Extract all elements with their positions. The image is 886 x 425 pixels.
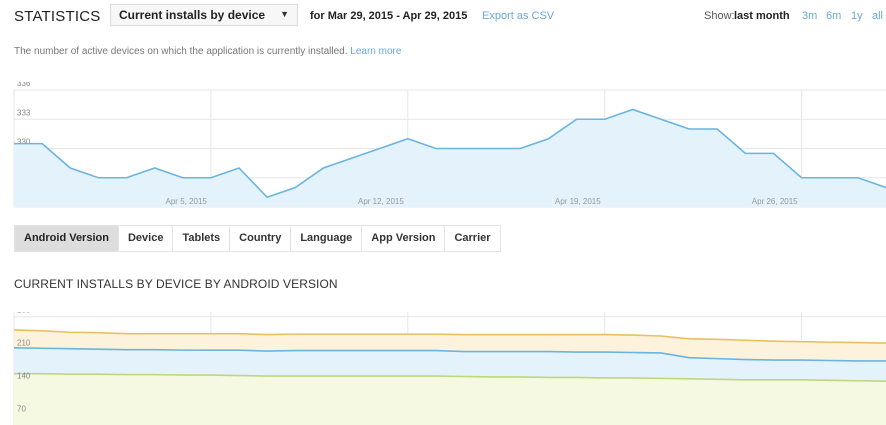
description-text: The number of active devices on which th…: [14, 46, 348, 57]
y-tick-label: 280: [17, 312, 31, 315]
android-version-stacked-chart: 280 210 140 70: [13, 312, 886, 425]
installs-area: [14, 109, 886, 207]
x-tick-label: Apr 5, 2015: [166, 197, 208, 206]
breakdown-tabs: Android Version Device Tablets Country L…: [14, 225, 501, 252]
y-tick-label: 333: [17, 108, 31, 117]
tab-carrier[interactable]: Carrier: [445, 226, 499, 251]
chart-description: The number of active devices on which th…: [14, 46, 401, 57]
page-title: STATISTICS: [14, 8, 101, 25]
installs-line-chart: 336333330327324Apr 5, 2015Apr 12, 2015Ap…: [13, 82, 886, 208]
range-3m[interactable]: 3m: [802, 10, 817, 22]
y-tick-label: 210: [17, 339, 31, 348]
tab-country[interactable]: Country: [230, 226, 292, 251]
metric-select[interactable]: Current installs by device ▼: [110, 4, 298, 26]
tab-android-version[interactable]: Android Version: [15, 226, 119, 251]
tab-device[interactable]: Device: [119, 226, 174, 251]
range-6m[interactable]: 6m: [826, 10, 841, 22]
learn-more-link[interactable]: Learn more: [350, 46, 401, 57]
tab-language[interactable]: Language: [291, 226, 363, 251]
metric-select-value: Current installs by device: [119, 8, 266, 22]
range-last-month[interactable]: last month: [734, 10, 790, 22]
y-tick-label: 336: [17, 82, 31, 88]
tab-app-version[interactable]: App Version: [362, 226, 446, 251]
export-csv-link[interactable]: Export as CSV: [482, 10, 554, 22]
range-1y[interactable]: 1y: [851, 10, 863, 22]
x-tick-label: Apr 12, 2015: [358, 197, 404, 206]
y-tick-label: 70: [17, 405, 26, 414]
dropdown-arrow-icon: ▼: [280, 9, 289, 19]
section-title: CURRENT INSTALLS BY DEVICE BY ANDROID VE…: [14, 277, 338, 291]
range-all[interactable]: all: [872, 10, 883, 22]
tab-tablets[interactable]: Tablets: [173, 226, 231, 251]
y-tick-label: 140: [17, 372, 31, 381]
x-tick-label: Apr 19, 2015: [555, 197, 601, 206]
date-range: for Mar 29, 2015 - Apr 29, 2015: [310, 10, 468, 22]
show-label: Show:: [704, 10, 735, 22]
statistics-toolbar: STATISTICS Current installs by device ▼ …: [0, 0, 886, 34]
x-tick-label: Apr 26, 2015: [752, 197, 798, 206]
series-green-area: [14, 373, 886, 425]
